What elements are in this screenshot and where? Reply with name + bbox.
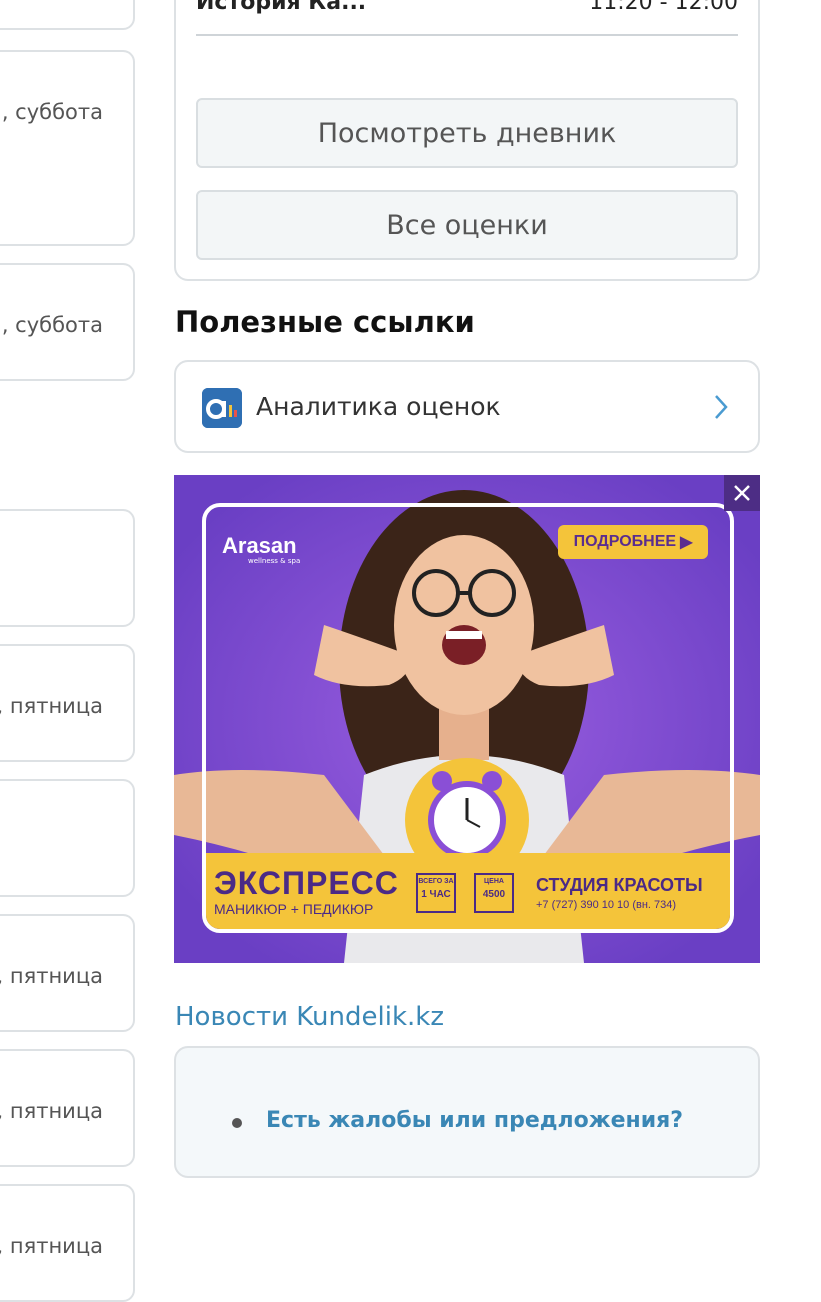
ad-phone: +7 (727) 390 10 10 (вн. 734) [536,899,677,911]
ad-brand-sub: wellness & spa [248,557,301,565]
ad-brand-logo: Arasan [222,533,297,558]
useful-links-title: Полезные ссылки [175,305,475,339]
news-card: Есть жалобы или предложения? [174,1046,760,1178]
ad-duration-box: ВСЕГО ЗА 1 ЧАС [416,873,456,913]
left-card-text: , пятница [0,1099,103,1123]
feedback-link[interactable]: Есть жалобы или предложения? [266,1108,683,1133]
ad-box1-small: ВСЕГО ЗА [418,878,454,885]
diary-card: История Ка... 11:20 - 12:00 Посмотреть д… [174,0,760,281]
ad-more-button[interactable]: ПОДРОБНЕЕ ▶ [558,525,708,559]
left-card-8[interactable]: , пятница [0,1049,135,1167]
ad-close-button[interactable] [724,475,760,511]
analytics-app-icon [202,388,242,428]
left-card-3[interactable]: ., суббота [0,263,135,381]
left-card-9[interactable]: , пятница [0,1184,135,1302]
ad-subtitle: МАНИКЮР + ПЕДИКЮР [214,901,374,917]
play-icon: ▶ [680,534,693,551]
ad-price-box: ЦЕНА 4500 [474,873,514,913]
link-item-grade-analytics[interactable]: Аналитика оценок [174,360,760,453]
left-card-text: ., суббота [0,313,103,337]
ad-yellow-strip: ЭКСПРЕСС МАНИКЮР + ПЕДИКЮР ВСЕГО ЗА 1 ЧА… [206,853,730,929]
left-card-text: , пятница [0,694,103,718]
left-card-text: , пятница [0,964,103,988]
lesson-row[interactable]: История Ка... 11:20 - 12:00 [196,0,738,36]
view-diary-button[interactable]: Посмотреть дневник [196,98,738,168]
chevron-right-icon [715,395,728,419]
left-card-5[interactable]: , пятница [0,644,135,762]
left-card-4[interactable] [0,509,135,627]
ad-studio: СТУДИЯ КРАСОТЫ [536,875,703,895]
bullet-icon [232,1118,242,1128]
left-card-2[interactable]: ., суббота [0,50,135,246]
left-card-text: , пятница [0,1234,103,1258]
news-title-link[interactable]: Новости Kundelik.kz [175,1002,444,1032]
all-grades-button[interactable]: Все оценки [196,190,738,260]
ad-box2-small: ЦЕНА [484,878,504,885]
ad-box2-big: 4500 [482,888,506,900]
ad-more-label: ПОДРОБНЕЕ [573,533,677,550]
left-card-7[interactable]: , пятница [0,914,135,1032]
close-icon [734,485,750,501]
link-label: Аналитика оценок [256,392,501,421]
lesson-name: История Ка... [196,0,367,15]
ad-title: ЭКСПРЕСС [214,865,399,901]
left-card-1[interactable] [0,0,135,30]
ad-banner[interactable]: Arasan wellness & spa ПОДРОБНЕЕ ▶ ЭКСПРЕ… [174,475,760,963]
lesson-time: 11:20 - 12:00 [589,0,738,15]
left-card-text: ., суббота [0,100,103,124]
ad-box1-big: 1 ЧАС [421,888,451,900]
left-card-6[interactable] [0,779,135,897]
